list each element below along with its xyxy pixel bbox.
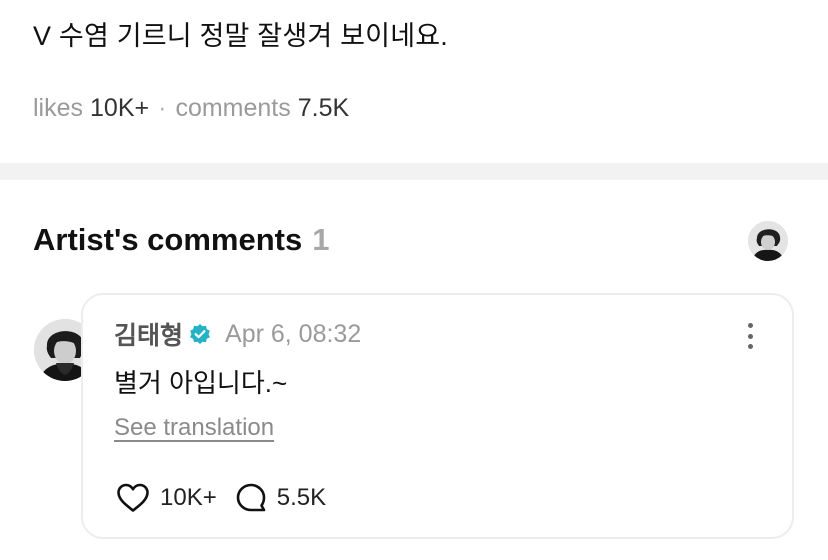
comment-timestamp: Apr 6, 08:32: [225, 319, 362, 348]
comment-actions: 10K+ 5.5K: [116, 481, 326, 515]
artist-avatar-icon[interactable]: [748, 221, 788, 261]
reply-count: 5.5K: [276, 484, 327, 511]
likes-count: 10K+: [90, 94, 150, 122]
comments-count: 7.5K: [297, 94, 350, 122]
artist-comments-heading: Artist's comments 1: [33, 220, 329, 260]
artist-comments-count: 1: [312, 222, 330, 257]
verified-badge-icon: [189, 323, 211, 345]
heart-icon: [116, 483, 150, 513]
section-divider: [0, 163, 828, 180]
artist-comments-title: Artist's comments: [33, 222, 303, 257]
comment-author-row: 김태형 Apr 6, 08:32: [114, 317, 361, 351]
comment-author-name[interactable]: 김태형: [114, 316, 183, 352]
more-vertical-icon[interactable]: [740, 320, 760, 352]
comment-card: 김태형 Apr 6, 08:32 별거 아입니다.~ See translati…: [81, 293, 794, 539]
see-translation-link[interactable]: See translation: [114, 412, 274, 444]
reply-button[interactable]: 5.5K: [235, 482, 326, 514]
like-count: 10K+: [160, 484, 217, 511]
post-text: V 수염 기르니 정말 잘생겨 보이네요.: [33, 21, 448, 51]
comment-text: 별거 아입니다.~: [114, 368, 288, 398]
likes-label: likes: [33, 94, 84, 122]
post-stats: likes 10K+ · comments 7.5K: [33, 92, 349, 124]
stats-separator: ·: [158, 94, 167, 122]
comment-bubble-icon: [235, 482, 267, 514]
like-button[interactable]: 10K+: [116, 483, 217, 513]
comments-label: comments: [175, 94, 291, 122]
